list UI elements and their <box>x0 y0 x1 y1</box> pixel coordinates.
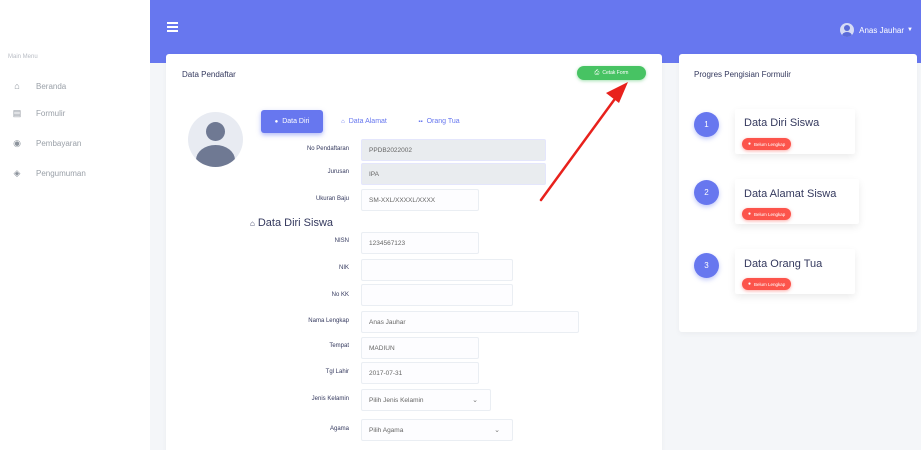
status-badge-text: Belum Lengkap <box>754 141 786 147</box>
form-icon: ▤ <box>12 107 22 118</box>
label-tgl-lahir: Tgl Lahir <box>325 369 349 375</box>
section-title-text: Data Diri Siswa <box>257 217 334 229</box>
ukuran-baju-field[interactable]: SM-XXL/XXXXL/XXXX <box>361 189 479 211</box>
progress-card-title: Progres Pengisian Formulir <box>694 70 791 79</box>
label-no-pendaftaran: No Pendaftaran <box>306 146 349 152</box>
announcement-icon: ◈ <box>13 167 21 178</box>
label-nama-lengkap: Nama Lengkap <box>308 318 349 324</box>
card-title: Data Pendaftar <box>182 70 236 79</box>
label-jurusan: Jurusan <box>327 169 349 175</box>
sidebar-item-label: Pembayaran <box>36 138 82 148</box>
user-name: Anas Jauhar <box>859 25 905 35</box>
tab-label: Data Alamat <box>348 118 387 125</box>
label-no-kk: No KK <box>331 292 349 298</box>
alert-icon: ● <box>748 141 752 147</box>
chevron-down-icon: ⌄ <box>472 397 478 404</box>
print-form-button[interactable]: ⎙ Cetak Form <box>577 66 646 80</box>
step-title: Data Diri Siswa <box>744 117 820 129</box>
label-jenis-kelamin: Jenis Kelamin <box>311 396 349 402</box>
no-pendaftaran-field[interactable]: PPDB2022002 <box>361 139 546 161</box>
no-kk-field[interactable] <box>361 284 513 306</box>
hamburger-menu-icon[interactable] <box>167 22 178 32</box>
home-icon: ⌂ <box>250 219 255 228</box>
tab-data-alamat[interactable]: ⌂ Data Alamat <box>329 110 399 133</box>
label-agama: Agama <box>329 426 349 432</box>
user-menu[interactable]: Anas Jauhar ▼ <box>840 23 913 37</box>
home-icon: ⌂ <box>341 118 345 125</box>
step-number: 3 <box>694 253 719 278</box>
profile-avatar <box>188 112 243 167</box>
step-title: Data Orang Tua <box>744 258 823 270</box>
printer-icon: ⎙ <box>594 69 600 76</box>
sidebar-item-label: Formulir <box>36 108 66 118</box>
label-nisn: NISN <box>334 238 349 244</box>
payment-icon: ◉ <box>13 137 21 148</box>
users-icon: ▪▪ <box>418 118 423 125</box>
step-number: 2 <box>694 180 719 205</box>
tempat-field[interactable]: MADIUN <box>361 337 479 359</box>
alert-icon: ● <box>748 211 752 217</box>
user-avatar <box>840 23 855 37</box>
step-title: Data Alamat Siswa <box>744 188 837 200</box>
status-badge: ● Belum Lengkap <box>742 138 792 150</box>
print-button-label: Cetak Form <box>602 70 629 76</box>
sidebar-item-label: Beranda <box>36 81 67 91</box>
sidebar-item-beranda[interactable]: ⌂ Beranda <box>10 76 145 96</box>
status-badge: ● Belum Lengkap <box>742 208 792 220</box>
alert-icon: ● <box>748 281 752 287</box>
label-tempat: Tempat <box>329 343 349 349</box>
agama-select[interactable]: Pilih Agama ⌄ <box>361 419 513 441</box>
jenis-kelamin-value: Pilih Jenis Kelamin <box>369 396 424 404</box>
tab-label: Orang Tua <box>426 118 460 125</box>
chevron-down-icon: ⌄ <box>494 427 500 434</box>
chevron-down-icon: ▼ <box>907 27 913 33</box>
sidebar-item-pengumuman[interactable]: ◈ Pengumuman <box>10 163 145 183</box>
jenis-kelamin-select[interactable]: Pilih Jenis Kelamin ⌄ <box>361 389 491 411</box>
label-ukuran-baju: Ukuran Baju <box>315 196 349 202</box>
jurusan-field[interactable]: IPA <box>361 163 546 185</box>
agama-value: Pilih Agama <box>369 426 404 434</box>
sidebar-item-label: Pengumuman <box>36 168 86 178</box>
status-badge-text: Belum Lengkap <box>754 211 786 217</box>
status-badge: ● Belum Lengkap <box>742 278 792 290</box>
tab-data-diri[interactable]: ● Data Diri <box>261 110 323 133</box>
user-icon: ● <box>274 118 279 125</box>
label-nik: NIK <box>338 265 349 271</box>
step-number: 1 <box>694 112 719 137</box>
section-title: ⌂ Data Diri Siswa <box>250 217 333 229</box>
nama-lengkap-field[interactable]: Anas Jauhar <box>361 311 579 333</box>
tab-orang-tua[interactable]: ▪▪ Orang Tua <box>404 110 474 133</box>
sidebar-item-pembayaran[interactable]: ◉ Pembayaran <box>10 133 145 153</box>
nik-field[interactable] <box>361 259 513 281</box>
tgl-lahir-field[interactable]: 2017-07-31 <box>361 362 479 384</box>
nisn-field[interactable]: 1234567123 <box>361 232 479 254</box>
tab-label: Data Diri <box>282 118 310 125</box>
sidebar-menu-label: Main Menu <box>8 54 38 60</box>
home-icon: ⌂ <box>14 81 20 91</box>
sidebar: Main Menu ⌂ Beranda ▤ Formulir ◉ Pembaya… <box>0 0 150 450</box>
sidebar-item-formulir[interactable]: ▤ Formulir <box>10 103 145 123</box>
status-badge-text: Belum Lengkap <box>754 281 786 287</box>
